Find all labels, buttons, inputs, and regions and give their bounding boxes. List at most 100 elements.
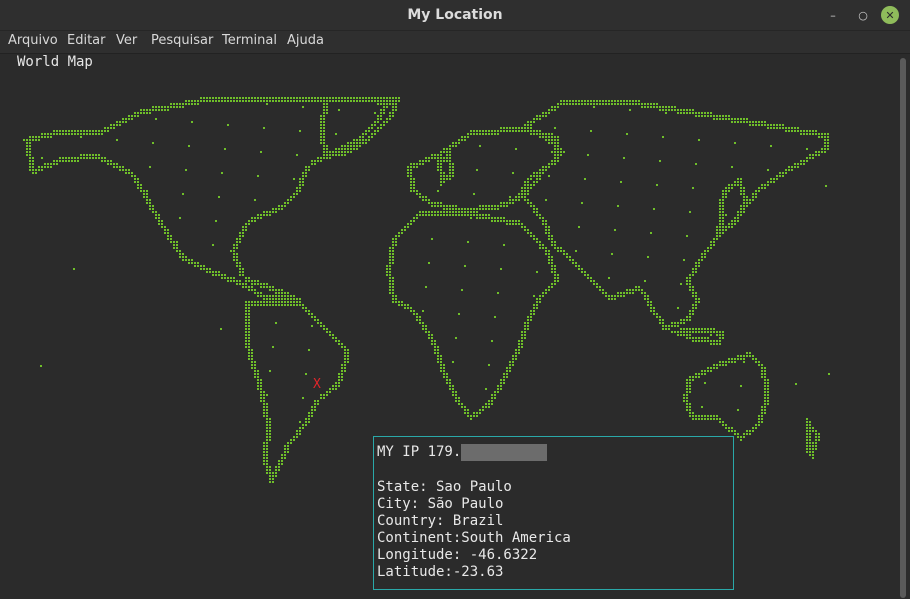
menu-arquivo[interactable]: Arquivo: [8, 31, 58, 51]
vertical-scrollbar[interactable]: [898, 54, 910, 599]
minimize-icon[interactable]: –: [823, 5, 843, 25]
map-dot: [194, 262, 196, 264]
map-dot: [740, 439, 742, 441]
map-dot: [590, 103, 592, 105]
map-dot: [395, 295, 397, 297]
map-dot: [692, 328, 694, 330]
map-dot: [128, 115, 130, 117]
map-dot: [449, 208, 451, 210]
map-dot: [437, 361, 439, 363]
map-dot: [71, 157, 73, 159]
map-dot: [233, 280, 235, 282]
map-dot: [419, 211, 421, 213]
map-dot: [632, 103, 634, 105]
map-dot: [710, 340, 712, 342]
map-dot: [422, 199, 424, 201]
map-dot: [323, 145, 325, 147]
map-dot: [251, 301, 253, 303]
map-dot: [323, 115, 325, 117]
map-dot: [620, 100, 622, 102]
map-dot: [464, 412, 466, 414]
map-dot: [692, 307, 694, 309]
map-dot: [287, 445, 289, 447]
map-dot: [299, 430, 301, 432]
map-dot: [143, 112, 145, 114]
map-dot: [296, 100, 298, 102]
maximize-icon[interactable]: ○: [853, 5, 873, 25]
map-dot: [89, 133, 91, 135]
map-dot: [455, 211, 457, 213]
map-dot: [692, 187, 694, 189]
close-icon[interactable]: ✕: [881, 6, 899, 24]
map-dot: [287, 442, 289, 444]
map-dot: [122, 169, 124, 171]
menu-ver[interactable]: Ver: [116, 31, 137, 51]
map-dot: [296, 301, 298, 303]
map-dot: [269, 298, 271, 300]
map-dot: [197, 262, 199, 264]
map-dot: [557, 277, 559, 279]
map-dot: [254, 376, 256, 378]
map-dot: [299, 181, 301, 183]
map-dot: [248, 352, 250, 354]
map-dot: [545, 133, 547, 135]
map-dot: [134, 181, 136, 183]
map-dot: [611, 298, 613, 300]
map-dot: [467, 208, 469, 210]
map-dot: [500, 382, 502, 384]
map-dot: [65, 160, 67, 162]
map-dot: [530, 121, 532, 123]
menu-ajuda[interactable]: Ajuda: [287, 31, 324, 51]
map-dot: [698, 139, 700, 141]
map-dot: [815, 445, 817, 447]
menu-pesquisar[interactable]: Pesquisar: [151, 31, 213, 51]
map-dot: [644, 103, 646, 105]
map-dot: [716, 229, 718, 231]
menu-terminal[interactable]: Terminal: [222, 31, 277, 51]
map-dot: [389, 277, 391, 279]
map-dot: [551, 265, 553, 267]
map-dot: [416, 193, 418, 195]
map-dot: [530, 184, 532, 186]
map-dot: [620, 181, 622, 183]
map-dot: [245, 322, 247, 324]
map-dot: [272, 211, 274, 213]
map-dot: [524, 187, 526, 189]
scrollbar-thumb[interactable]: [900, 58, 906, 598]
map-dot: [752, 193, 754, 195]
map-dot: [488, 400, 490, 402]
map-dot: [731, 358, 733, 360]
map-dot: [137, 181, 139, 183]
map-dot: [323, 136, 325, 138]
map-dot: [410, 169, 412, 171]
map-dot: [695, 292, 697, 294]
map-dot: [647, 304, 649, 306]
map-dot: [716, 334, 718, 336]
map-dot: [515, 196, 517, 198]
map-dot: [248, 355, 250, 357]
map-dot: [767, 184, 769, 186]
map-dot: [476, 217, 478, 219]
map-dot: [434, 340, 436, 342]
menu-editar[interactable]: Editar: [67, 31, 106, 51]
map-dot: [224, 97, 226, 99]
map-dot: [299, 298, 301, 300]
map-dot: [551, 259, 553, 261]
map-dot: [779, 175, 781, 177]
map-dot: [335, 337, 337, 339]
title-bar[interactable]: My Location – ○ ✕: [0, 0, 910, 31]
map-dot: [653, 310, 655, 312]
map-dot: [725, 196, 727, 198]
map-dot: [494, 220, 496, 222]
map-dot: [731, 184, 733, 186]
map-dot: [389, 118, 391, 120]
map-dot: [269, 427, 271, 429]
map-dot: [590, 280, 592, 282]
map-dot: [548, 262, 550, 264]
map-dot: [683, 328, 685, 330]
map-dot: [413, 217, 415, 219]
map-dot: [422, 163, 424, 165]
map-dot: [392, 301, 394, 303]
map-dot: [740, 436, 742, 438]
map-dot: [398, 100, 400, 102]
